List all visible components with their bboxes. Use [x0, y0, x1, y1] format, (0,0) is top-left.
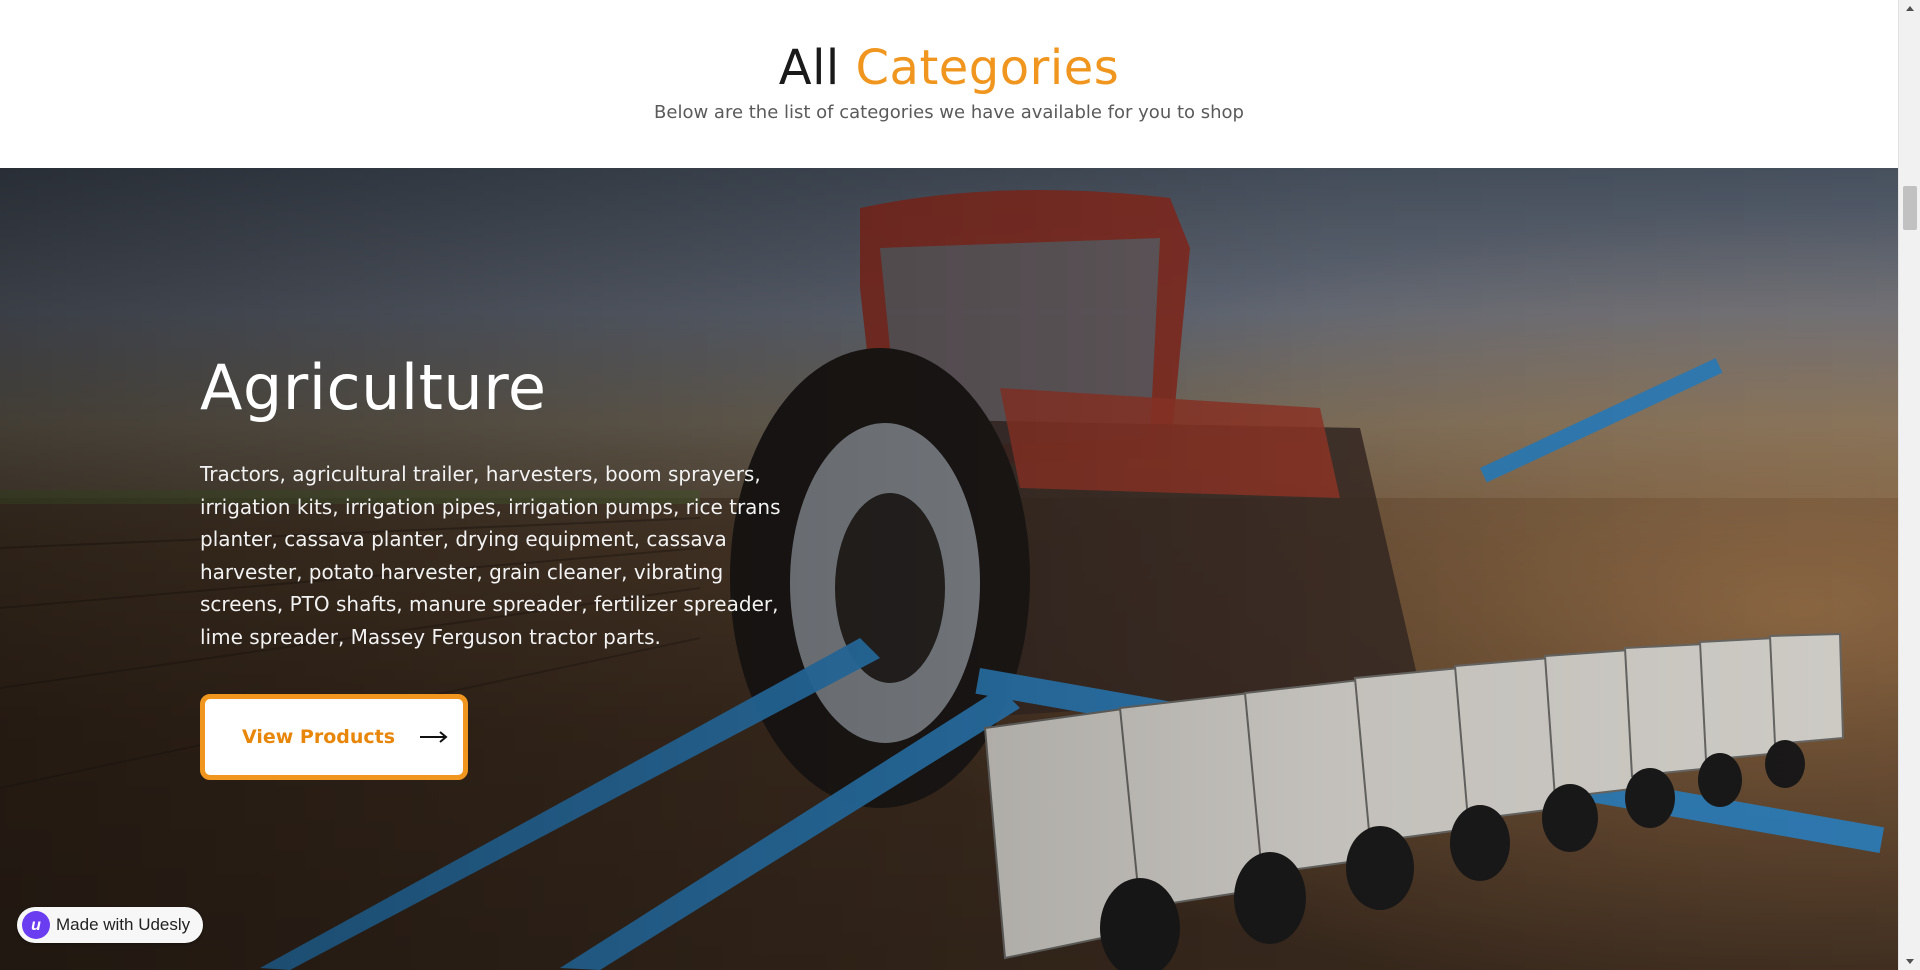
hero-content: Agriculture Tractors, agricultural trail…: [200, 348, 800, 653]
page-title: All Categories: [0, 38, 1898, 98]
category-description: Tractors, agricultural trailer, harveste…: [200, 462, 781, 649]
title-accent: Categories: [855, 40, 1120, 96]
category-hero-agriculture: Agriculture Tractors, agricultural trail…: [0, 168, 1898, 970]
badge-label: Made with Udesly: [56, 915, 191, 934]
vertical-scrollbar[interactable]: [1898, 0, 1920, 970]
category-title: Agriculture: [200, 351, 547, 424]
scroll-down-arrow-icon[interactable]: [1899, 952, 1920, 970]
scroll-up-arrow-icon[interactable]: [1899, 0, 1920, 18]
view-products-button[interactable]: View Products: [200, 694, 468, 780]
page-subtitle: Below are the list of categories we have…: [654, 102, 1244, 123]
page: All Categories Below are the list of cat…: [0, 0, 1898, 970]
categories-header: All Categories Below are the list of cat…: [0, 0, 1898, 168]
udesly-logo-icon: u: [22, 911, 50, 939]
scrollbar-thumb[interactable]: [1903, 186, 1917, 230]
made-with-udesly-badge[interactable]: u Made with Udesly: [17, 907, 204, 943]
udesly-logo-letter: u: [31, 917, 41, 934]
view-products-label: View Products: [242, 726, 396, 748]
arrow-right-icon: [420, 731, 448, 743]
title-main: All: [778, 40, 840, 96]
